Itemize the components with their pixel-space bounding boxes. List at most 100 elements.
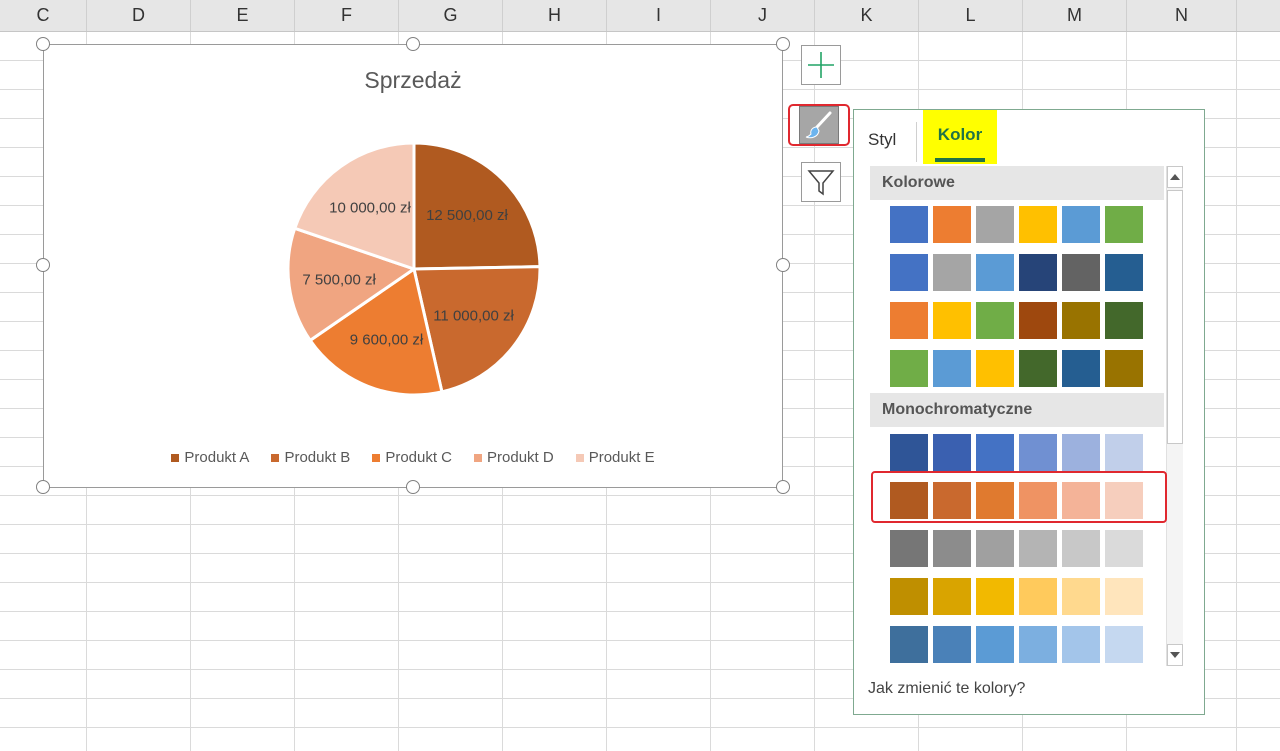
color-swatch [1019,302,1057,339]
chart-styles-panel: Styl Kolor Kolorowe Monochromatyczne Jak … [853,109,1205,715]
color-swatch [1019,626,1057,663]
column-header-E[interactable]: E [191,0,295,31]
color-swatch [1062,578,1100,615]
arrow-up-icon [1170,174,1180,180]
color-swatch [976,578,1014,615]
legend-item[interactable]: Produkt A [171,449,249,466]
chart-area[interactable]: Sprzedaż 12 500,00 zł 11 000,00 zł 9 600,0… [43,44,783,488]
column-header-K[interactable]: K [815,0,919,31]
legend-label: Produkt D [487,449,554,466]
color-swatch [890,350,928,387]
section-monochromatyczne-header: Monochromatyczne [870,393,1164,427]
legend-item[interactable]: Produkt E [575,449,655,466]
chart-legend[interactable]: Produkt A Produkt B Produkt C Produkt D Prod… [44,449,782,466]
color-swatch [1062,434,1100,471]
chart-styles-button[interactable] [788,104,850,146]
column-header-G[interactable]: G [399,0,503,31]
color-swatch [1062,626,1100,663]
color-swatch [1019,206,1057,243]
color-swatch [1105,350,1143,387]
color-swatch [976,254,1014,291]
color-swatch [890,302,928,339]
color-swatch [933,350,971,387]
color-scheme-list[interactable]: Kolorowe Monochromatyczne [870,166,1164,666]
scroll-down-button[interactable] [1167,644,1183,666]
chart-elements-button[interactable] [801,45,841,85]
legend-swatch [575,453,584,462]
tab-active-underline [935,158,985,162]
color-swatch [976,302,1014,339]
legend-swatch [171,453,180,462]
color-swatch [1019,530,1057,567]
color-swatch [1105,302,1143,339]
pie-slice-1[interactable] [412,141,542,271]
legend-label: Produkt A [184,449,250,466]
resize-handle-n[interactable] [406,37,420,51]
color-swatch [976,530,1014,567]
column-header-D[interactable]: D [87,0,191,31]
tab-kolor[interactable]: Kolor [923,110,997,164]
legend-swatch [474,453,483,462]
column-header-L[interactable]: L [919,0,1023,31]
legend-swatch [271,453,280,462]
color-swatch [976,434,1014,471]
column-header-H[interactable]: H [503,0,607,31]
color-swatch [933,302,971,339]
color-swatch [1019,578,1057,615]
color-swatch [933,578,971,615]
color-swatch [1062,482,1100,519]
legend-item[interactable]: Produkt C [372,449,452,466]
color-swatch [890,254,928,291]
color-swatch [1019,350,1057,387]
column-header-F[interactable]: F [295,0,399,31]
color-swatch [933,206,971,243]
color-swatch [890,530,928,567]
pie-plot[interactable]: 12 500,00 zł 11 000,00 zł 9 600,00 zł 7 500… [44,45,784,489]
column-header-N[interactable]: N [1127,0,1237,31]
legend-label: Produkt B [284,449,351,466]
data-label-1[interactable]: 12 500,00 zł [426,207,508,224]
column-header-I[interactable]: I [607,0,711,31]
legend-label: Produkt C [385,449,453,466]
panel-scrollbar[interactable] [1166,166,1183,666]
color-swatch [1105,482,1143,519]
resize-handle-s[interactable] [406,480,420,494]
color-swatch [976,482,1014,519]
legend-item[interactable]: Produkt D [474,449,554,466]
resize-handle-sw[interactable] [36,480,50,494]
data-label-5[interactable]: 10 000,00 zł [329,200,411,217]
column-header-M[interactable]: M [1023,0,1127,31]
color-swatch [933,434,971,471]
legend-label: Produkt E [588,449,655,466]
color-swatch [890,578,928,615]
resize-handle-se[interactable] [776,480,790,494]
help-link[interactable]: Jak zmienić te kolory? [868,680,1025,698]
data-label-2[interactable]: 11 000,00 zł [433,308,514,325]
color-swatch [1105,434,1143,471]
chart-filters-button[interactable] [801,162,841,202]
scroll-up-button[interactable] [1167,166,1183,188]
plus-icon [808,52,834,78]
tab-styl[interactable]: Styl [868,116,896,164]
legend-item[interactable]: Produkt B [271,449,350,466]
data-label-4[interactable]: 7 500,00 zł [302,271,376,288]
color-swatch [890,206,928,243]
color-swatch [1062,530,1100,567]
data-label-3[interactable]: 9 600,00 zł [350,331,424,348]
tab-divider [916,122,917,162]
resize-handle-w[interactable] [36,258,50,272]
color-swatch [890,626,928,663]
resize-handle-e[interactable] [776,258,790,272]
resize-handle-ne[interactable] [776,37,790,51]
color-swatch [1019,434,1057,471]
scroll-thumb[interactable] [1167,190,1183,444]
column-header-C[interactable]: C [0,0,87,31]
column-header-J[interactable]: J [711,0,815,31]
resize-handle-nw[interactable] [36,37,50,51]
color-swatch [933,626,971,663]
color-swatch [1062,350,1100,387]
color-swatch [1062,302,1100,339]
color-swatch [933,254,971,291]
brush-icon [805,111,832,139]
color-swatch [1019,482,1057,519]
